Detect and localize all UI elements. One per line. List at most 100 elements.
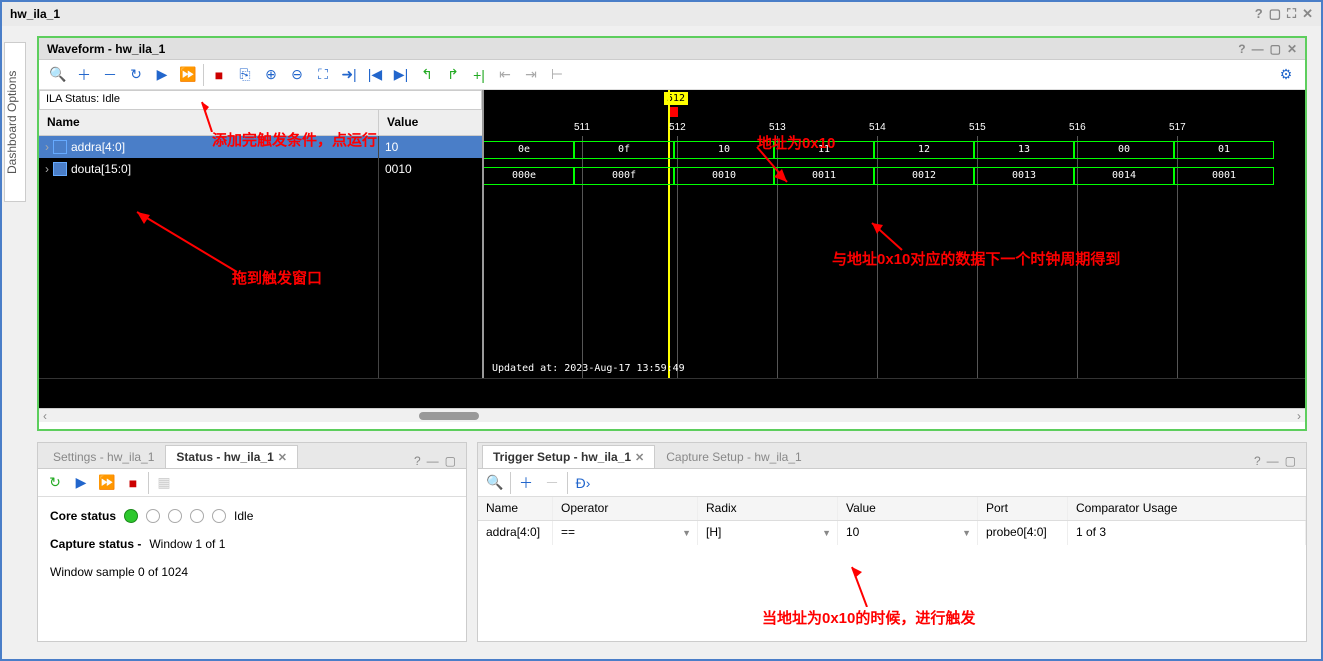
- restore-icon[interactable]: ▢: [1270, 42, 1281, 56]
- chevron-down-icon: ▼: [822, 528, 831, 538]
- stop-icon[interactable]: ■: [208, 64, 230, 86]
- trigger-port: probe0[4:0]: [978, 521, 1068, 545]
- stop-icon[interactable]: ■: [122, 472, 144, 494]
- value-header: Value: [379, 110, 482, 135]
- bus-segment: 000e: [484, 167, 574, 185]
- marker-opt-icon[interactable]: ⊢: [546, 64, 568, 86]
- tab-status[interactable]: Status - hw_ila_1✕: [165, 445, 298, 468]
- run-icon[interactable]: ▶: [70, 472, 92, 494]
- minimize-icon[interactable]: —: [1267, 454, 1279, 468]
- remove-icon[interactable]: －: [99, 64, 121, 86]
- add-icon[interactable]: ＋: [515, 472, 537, 494]
- bus-segment: 01: [1174, 141, 1274, 159]
- waveform-title: Waveform - hw_ila_1: [47, 42, 165, 56]
- grid-icon[interactable]: ▦: [153, 472, 175, 494]
- run-all-icon[interactable]: ⏩: [177, 64, 199, 86]
- capture-status-value: Window 1 of 1: [149, 537, 225, 551]
- tab-settings[interactable]: Settings - hw_ila_1: [42, 445, 165, 468]
- remove-icon[interactable]: －: [541, 472, 563, 494]
- waveform-titlebar: Waveform - hw_ila_1 ? — ▢ ✕: [39, 38, 1305, 60]
- signal-row-douta[interactable]: › douta[15:0]: [39, 158, 378, 180]
- go-start-icon[interactable]: |◀: [364, 64, 386, 86]
- tick-label: 511: [574, 122, 590, 133]
- trigger-value-input[interactable]: 10▼: [838, 521, 978, 545]
- marker-add-icon[interactable]: +|: [468, 64, 490, 86]
- tab-trigger-setup[interactable]: Trigger Setup - hw_ila_1✕: [482, 445, 655, 468]
- goto-icon[interactable]: ➜|: [338, 64, 360, 86]
- restore-icon[interactable]: ▢: [445, 454, 456, 468]
- tick-label: 515: [969, 122, 986, 133]
- refresh-icon[interactable]: ↻: [125, 64, 147, 86]
- expand-icon[interactable]: ›: [45, 140, 49, 154]
- marker-next-icon[interactable]: ⇥: [520, 64, 542, 86]
- trigger-mode-icon[interactable]: Ð›: [572, 472, 594, 494]
- horizontal-scrollbar[interactable]: ›‹: [39, 408, 1305, 422]
- prev-edge-icon[interactable]: ↰: [416, 64, 438, 86]
- bus-segment: 10: [674, 141, 774, 159]
- tab-close-icon[interactable]: ✕: [635, 451, 644, 464]
- tick-label: 513: [769, 122, 786, 133]
- capture-status-label: Capture status -: [50, 537, 141, 551]
- expand-icon[interactable]: ›: [45, 162, 49, 176]
- status-led: [168, 509, 182, 523]
- tab-capture-setup[interactable]: Capture Setup - hw_ila_1: [655, 445, 812, 468]
- bus-segment: 0e: [484, 141, 574, 159]
- close-icon[interactable]: ✕: [1287, 42, 1297, 56]
- trigger-table-row[interactable]: addra[4:0] ==▼ [H]▼ 10▼ probe0[4:0] 1 of…: [478, 521, 1306, 545]
- help-icon[interactable]: ?: [1238, 42, 1245, 56]
- status-led: [190, 509, 204, 523]
- maximize-icon[interactable]: ⛶: [1287, 6, 1296, 22]
- tab-close-icon[interactable]: ✕: [278, 451, 287, 464]
- signal-value: 10: [379, 136, 482, 158]
- signal-panel: ILA Status: Idle Name Value › addra[4:0]…: [39, 90, 484, 378]
- signal-row-addra[interactable]: › addra[4:0]: [39, 136, 378, 158]
- chevron-down-icon: ▼: [962, 528, 971, 538]
- restore-icon[interactable]: ▢: [1269, 6, 1281, 22]
- signal-value: 0010: [379, 158, 482, 180]
- bus-segment: 0f: [574, 141, 674, 159]
- trigger-radix-select[interactable]: [H]▼: [698, 521, 838, 545]
- add-icon[interactable]: ＋: [73, 64, 95, 86]
- tick-label: 514: [869, 122, 886, 133]
- status-panel: Settings - hw_ila_1 Status - hw_ila_1✕ ?…: [37, 442, 467, 642]
- tick-label: 517: [1169, 122, 1186, 133]
- zoom-fit-icon[interactable]: ⛶: [312, 64, 334, 86]
- help-icon[interactable]: ?: [414, 454, 421, 468]
- bus-segment: 12: [874, 141, 974, 159]
- next-edge-icon[interactable]: ↱: [442, 64, 464, 86]
- window-sample-text: Window sample 0 of 1024: [50, 565, 454, 579]
- bus-segment: 11: [774, 141, 874, 159]
- marker-prev-icon[interactable]: ⇤: [494, 64, 516, 86]
- search-icon[interactable]: 🔍: [484, 472, 506, 494]
- zoom-out-icon[interactable]: ⊖: [286, 64, 308, 86]
- zoom-in-icon[interactable]: ⊕: [260, 64, 282, 86]
- bus-segment: 00: [1074, 141, 1174, 159]
- status-led-green: [124, 509, 138, 523]
- dashboard-options-tab[interactable]: Dashboard Options: [4, 42, 26, 202]
- trigger-name: addra[4:0]: [478, 521, 553, 545]
- go-end-icon[interactable]: ▶|: [390, 64, 412, 86]
- restore-icon[interactable]: ▢: [1285, 454, 1296, 468]
- tick-label: 512: [669, 122, 686, 133]
- minimize-icon[interactable]: —: [1252, 42, 1264, 56]
- tick-label: 516: [1069, 122, 1086, 133]
- chevron-down-icon: ▼: [682, 528, 691, 538]
- help-icon[interactable]: ?: [1254, 454, 1261, 468]
- refresh-icon[interactable]: ↻: [44, 472, 66, 494]
- run-all-icon[interactable]: ⏩: [96, 472, 118, 494]
- bus-segment: 0010: [674, 167, 774, 185]
- search-icon[interactable]: 🔍: [47, 64, 69, 86]
- help-icon[interactable]: ?: [1255, 6, 1263, 22]
- minimize-icon[interactable]: —: [427, 454, 439, 468]
- bus-segment: 0001: [1174, 167, 1274, 185]
- window-title: hw_ila_1: [10, 7, 60, 21]
- close-icon[interactable]: ✕: [1302, 6, 1313, 22]
- bus-segment: 13: [974, 141, 1074, 159]
- trigger-comp: 1 of 3: [1068, 521, 1306, 545]
- settings-icon[interactable]: ⚙: [1275, 64, 1297, 86]
- run-icon[interactable]: ▶: [151, 64, 173, 86]
- trigger-operator-select[interactable]: ==▼: [553, 521, 698, 545]
- export-icon[interactable]: ⎘: [234, 64, 256, 86]
- waveform-toolbar: 🔍 ＋ － ↻ ▶ ⏩ ■ ⎘ ⊕ ⊖ ⛶ ➜| |◀ ▶| ↰ ↱ +| ⇤ …: [39, 60, 1305, 90]
- wave-display[interactable]: 512 511512513514515516517 0e0f1011121300…: [484, 90, 1305, 378]
